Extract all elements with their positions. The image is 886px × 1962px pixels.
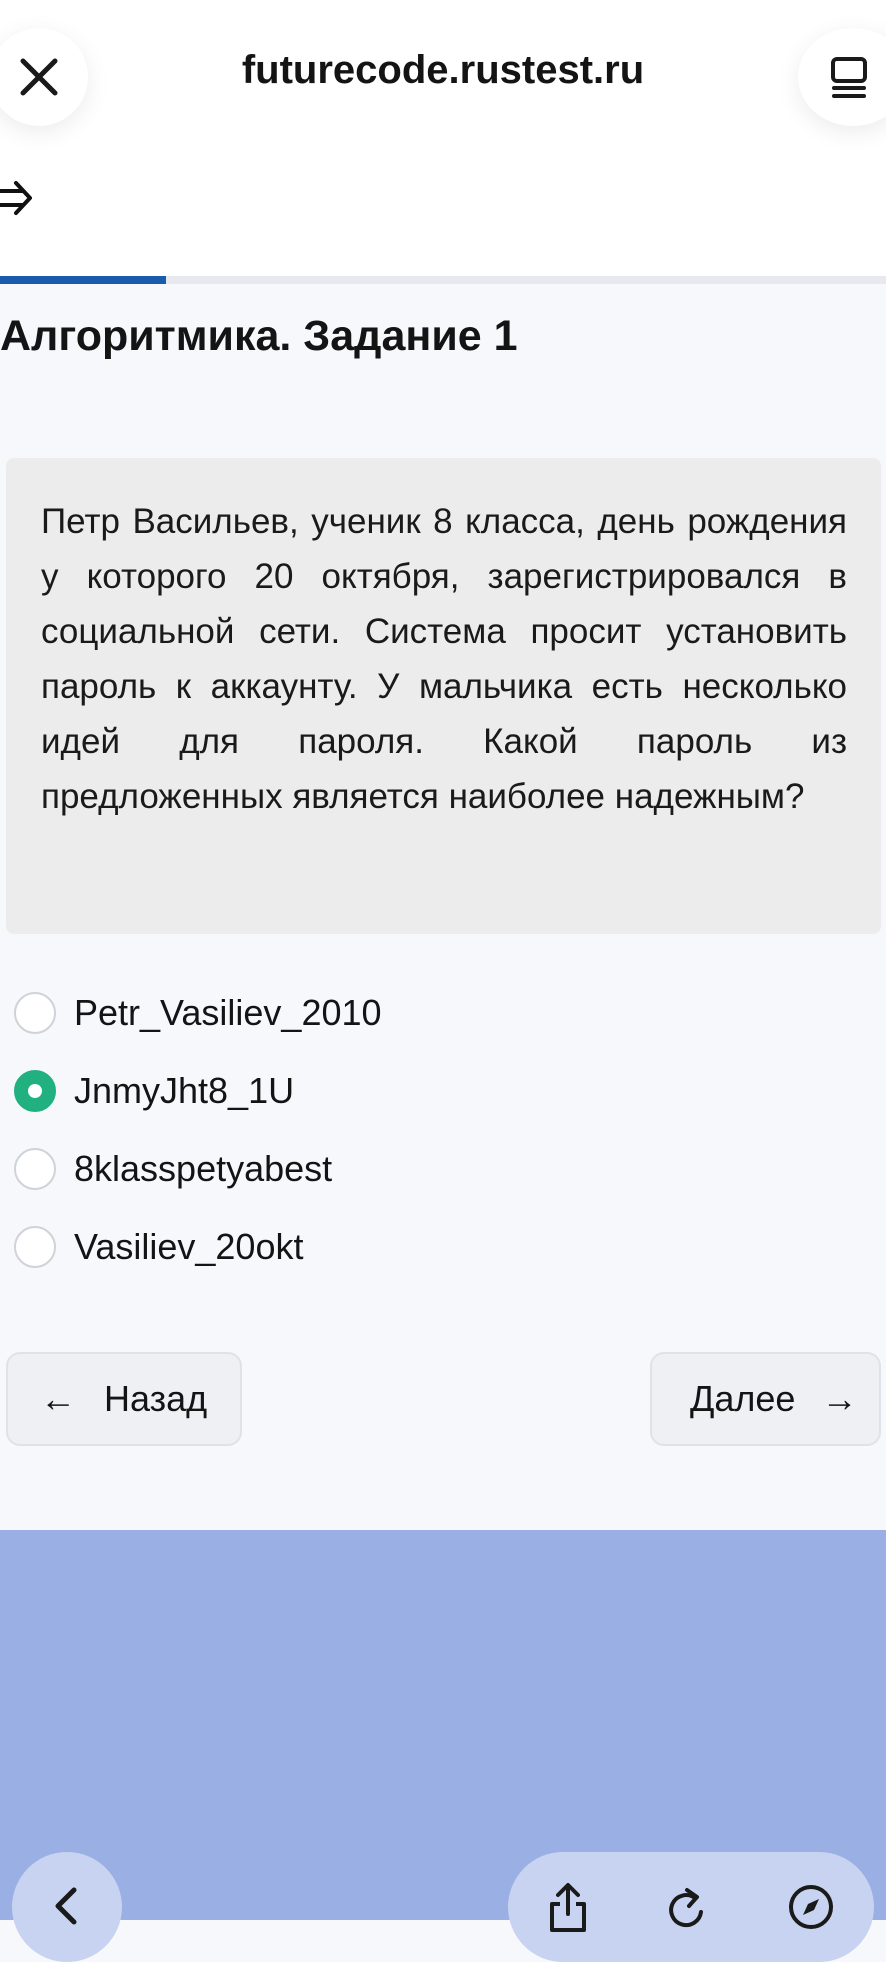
answer-option-label: Petr_Vasiliev_2010 — [74, 992, 382, 1033]
forward-arrow-icon: → — [821, 1378, 858, 1419]
browser-header: futurecode.rustest.ru — [0, 0, 886, 278]
back-button-label: Назад — [104, 1378, 208, 1419]
answer-option[interactable]: Petr_Vasiliev_2010 — [14, 974, 382, 1052]
answer-option-label: 8klasspetyabest — [74, 1148, 333, 1189]
compass-icon[interactable] — [786, 1882, 836, 1932]
progress-fill — [0, 276, 166, 284]
back-arrow-icon: ← — [40, 1378, 76, 1419]
share-icon[interactable] — [546, 1882, 590, 1932]
reload-icon[interactable] — [665, 1882, 711, 1932]
radio-button[interactable] — [14, 1148, 56, 1190]
browser-toolbar — [508, 1852, 874, 1962]
radio-button[interactable] — [14, 1226, 56, 1268]
answer-option-label: JnmyJht8_1U — [74, 1070, 295, 1111]
question-card: Петр Васильев, ученик 8 класса, день рож… — [6, 458, 881, 934]
question-text: Петр Васильев, ученик 8 класса, день рож… — [41, 502, 847, 816]
answer-option-label: Vasiliev_20okt — [74, 1226, 304, 1267]
tabs-button[interactable] — [798, 28, 886, 126]
back-button[interactable]: ← Назад — [6, 1352, 242, 1446]
next-button-label: Далее — [690, 1378, 796, 1419]
browser-back-button[interactable] — [12, 1852, 122, 1962]
answer-options: Petr_Vasiliev_2010 JnmyJht8_1U 8klasspetya… — [14, 974, 382, 1286]
tabs-icon — [831, 57, 867, 98]
exit-icon — [0, 181, 32, 215]
answer-option[interactable]: 8klasspetyabest — [14, 1130, 382, 1208]
radio-button[interactable] — [14, 992, 56, 1034]
radio-button[interactable] — [14, 1070, 56, 1112]
progress-bar — [0, 276, 886, 284]
page-title: Алгоритмика. Задание 1 — [0, 312, 518, 360]
exit-button[interactable] — [0, 178, 34, 223]
url-text[interactable]: futurecode.rustest.ru — [0, 48, 886, 93]
answer-option[interactable]: Vasiliev_20okt — [14, 1208, 382, 1286]
chevron-left-icon — [55, 1887, 77, 1925]
answer-option[interactable]: JnmyJht8_1U — [14, 1052, 382, 1130]
next-button[interactable]: Далее → — [650, 1352, 881, 1446]
